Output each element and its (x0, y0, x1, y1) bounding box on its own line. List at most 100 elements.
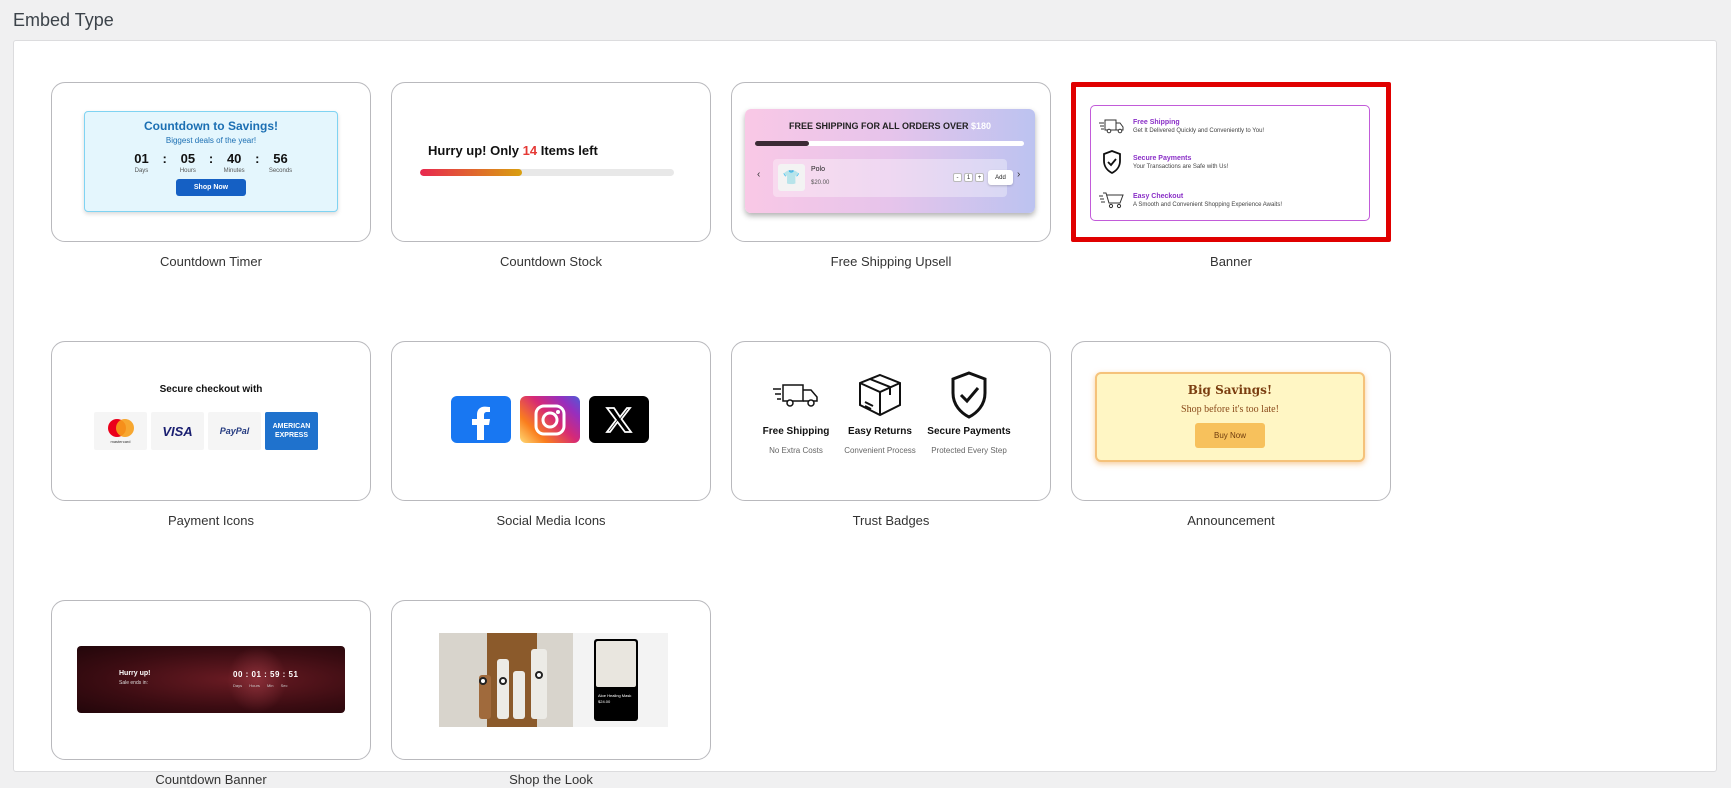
stock-progress-bar (420, 169, 674, 176)
timer-unit-label: Minutes (223, 168, 245, 174)
banner-preview: Free Shipping Get It Delivered Quickly a… (1090, 105, 1370, 221)
banner-item-text: A Smooth and Convenient Shopping Experie… (1133, 201, 1282, 208)
embed-label: Free Shipping Upsell (830, 254, 952, 269)
embed-option-countdown-stock: Hurry up! Only 14 Items left Countdown S… (391, 82, 711, 269)
shop-now-button: Shop Now (175, 179, 247, 196)
trust-badge: Free Shipping No Extra Costs (751, 370, 841, 455)
timer-separator: : (255, 151, 260, 166)
countdown-stock-card[interactable]: Hurry up! Only 14 Items left (391, 82, 711, 242)
embed-option-banner: Free Shipping Get It Delivered Quickly a… (1071, 82, 1391, 269)
trust-badge-text: No Extra Costs (769, 446, 823, 455)
trust-badge: Secure Payments Protected Every Step (924, 370, 1014, 455)
buy-now-button: Buy Now (1194, 423, 1265, 448)
embed-label: Social Media Icons (496, 513, 606, 528)
banner-card[interactable]: Free Shipping Get It Delivered Quickly a… (1071, 82, 1391, 242)
free-shipping-amount: $180 (971, 121, 992, 131)
banner-item-text: Your Transactions are Safe with Us! (1133, 163, 1229, 170)
embed-option-shop-the-look: Aloe Healing Mask $24.00 Shop the Look (391, 600, 711, 787)
shop-the-look-preview: Aloe Healing Mask $24.00 (439, 633, 668, 727)
banner-item-title: Easy Checkout (1133, 192, 1184, 200)
mastercard-text: mastercard (110, 439, 131, 444)
countdown-timer-card[interactable]: Countdown to Savings! Biggest deals of t… (51, 82, 371, 242)
stock-progress-fill (420, 169, 522, 176)
countdown-timer-preview: Countdown to Savings! Biggest deals of t… (84, 111, 338, 212)
timer-separator: : (162, 151, 167, 166)
timer-separator: : (208, 151, 214, 166)
stock-count: 14 (522, 143, 538, 158)
embed-label: Countdown Stock (500, 254, 602, 269)
stock-suffix: Items left (540, 143, 598, 158)
timer-unit-hours: 05 Hours (173, 151, 203, 174)
x-icon (589, 396, 649, 443)
timer-value: 40 (226, 151, 242, 166)
product-tube (513, 671, 525, 719)
announcement-preview: Big Savings! Shop before it's too late! … (1095, 372, 1365, 462)
banner-item-text: Get It Delivered Quickly and Convenientl… (1133, 127, 1265, 134)
timer-unit-label: Hours (179, 168, 196, 174)
chevron-right-icon: › (1017, 169, 1021, 180)
truck-icon (1099, 114, 1125, 138)
product-popup-card: Aloe Healing Mask $24.00 (594, 639, 638, 721)
trust-badge-title: Secure Payments (927, 426, 1011, 437)
trust-badges-card[interactable]: Free Shipping No Extra Costs Easy Return… (731, 341, 1051, 501)
free-shipping-title: FREE SHIPPING FOR ALL ORDERS OVER $180 (745, 121, 1035, 131)
mastercard-icon: mastercard (94, 412, 147, 450)
stock-message: Hurry up! Only 14 Items left (428, 143, 598, 158)
visa-icon: VISA (151, 412, 204, 450)
free-shipping-text: FREE SHIPPING FOR ALL ORDERS OVER (788, 121, 969, 131)
banner-item: Free Shipping Get It Delivered Quickly a… (1099, 114, 1264, 138)
countdown-banner-card[interactable]: Hurry up! Sale ends in: 00 : 01 : 59 : 5… (51, 600, 371, 760)
product-popup-text: Aloe Healing Mask $24.00 (598, 693, 632, 704)
embed-label: Banner (1210, 254, 1252, 269)
free-shipping-progress-fill (755, 141, 809, 146)
timer-title: Countdown to Savings! (144, 119, 278, 133)
cart-icon (1099, 188, 1125, 212)
product-backdrop (487, 633, 537, 727)
social-icons-row (451, 396, 649, 443)
social-media-icons-card[interactable] (391, 341, 711, 501)
upsell-product: 👕 Polo $20.00 - 1 + Add (773, 159, 1013, 197)
countdown-banner-preview: Hurry up! Sale ends in: 00 : 01 : 59 : 5… (77, 646, 345, 713)
qty-minus: - (953, 173, 962, 182)
countdown-banner-labels: Days Hours Min Sec (233, 683, 288, 688)
embed-label: Trust Badges (852, 513, 930, 528)
add-button: Add (988, 170, 1013, 185)
announcement-title: Big Savings! (1187, 383, 1273, 397)
timer-digits: 01 Days : 05 Hours : 40 Minutes : 56 Seconds (85, 151, 337, 174)
timer-value: 05 (180, 151, 196, 166)
embed-label: Shop the Look (509, 772, 593, 787)
embed-option-social-media-icons: Social Media Icons (391, 341, 711, 528)
product-price: $20.00 (811, 180, 830, 186)
trust-badge-title: Easy Returns (848, 426, 912, 437)
payment-icons-card[interactable]: Secure checkout with mastercard VISA Pay… (51, 341, 371, 501)
embed-label: Countdown Banner (155, 772, 267, 787)
timer-value: 56 (273, 151, 288, 166)
product-tube (497, 659, 509, 719)
banner-item: Easy Checkout A Smooth and Convenient Sh… (1099, 188, 1282, 212)
free-shipping-preview: FREE SHIPPING FOR ALL ORDERS OVER $180 ‹… (745, 109, 1035, 213)
shop-the-look-card[interactable]: Aloe Healing Mask $24.00 (391, 600, 711, 760)
free-shipping-upsell-card[interactable]: FREE SHIPPING FOR ALL ORDERS OVER $180 ‹… (731, 82, 1051, 242)
timer-unit-seconds: 56 Seconds (266, 151, 296, 174)
payment-icons-row: mastercard VISA PayPal AMERICAN EXPRESS (94, 412, 318, 450)
trust-badge-text: Convenient Process (844, 446, 916, 455)
qty-plus: + (975, 173, 984, 182)
embed-type-panel: Countdown to Savings! Biggest deals of t… (13, 40, 1717, 787)
embed-option-countdown-timer: Countdown to Savings! Biggest deals of t… (51, 82, 371, 269)
product-bottle (531, 649, 547, 719)
box-icon (835, 370, 925, 420)
truck-icon (751, 370, 841, 420)
instagram-icon (520, 396, 580, 443)
announcement-subtitle: Shop before it's too late! (1181, 404, 1279, 415)
trust-badge-title: Free Shipping (762, 426, 830, 437)
paypal-icon: PayPal (208, 412, 261, 450)
lookbook-image (439, 633, 573, 727)
timer-unit-minutes: 40 Minutes (219, 151, 249, 174)
amex-icon: AMERICAN EXPRESS (265, 412, 318, 450)
shield-check-icon (1099, 150, 1125, 174)
announcement-card[interactable]: Big Savings! Shop before it's too late! … (1071, 341, 1391, 501)
embed-label: Announcement (1187, 513, 1275, 528)
timer-unit-label: Seconds (268, 168, 293, 174)
quantity-stepper: - 1 + (953, 173, 984, 182)
facebook-icon (451, 396, 511, 443)
